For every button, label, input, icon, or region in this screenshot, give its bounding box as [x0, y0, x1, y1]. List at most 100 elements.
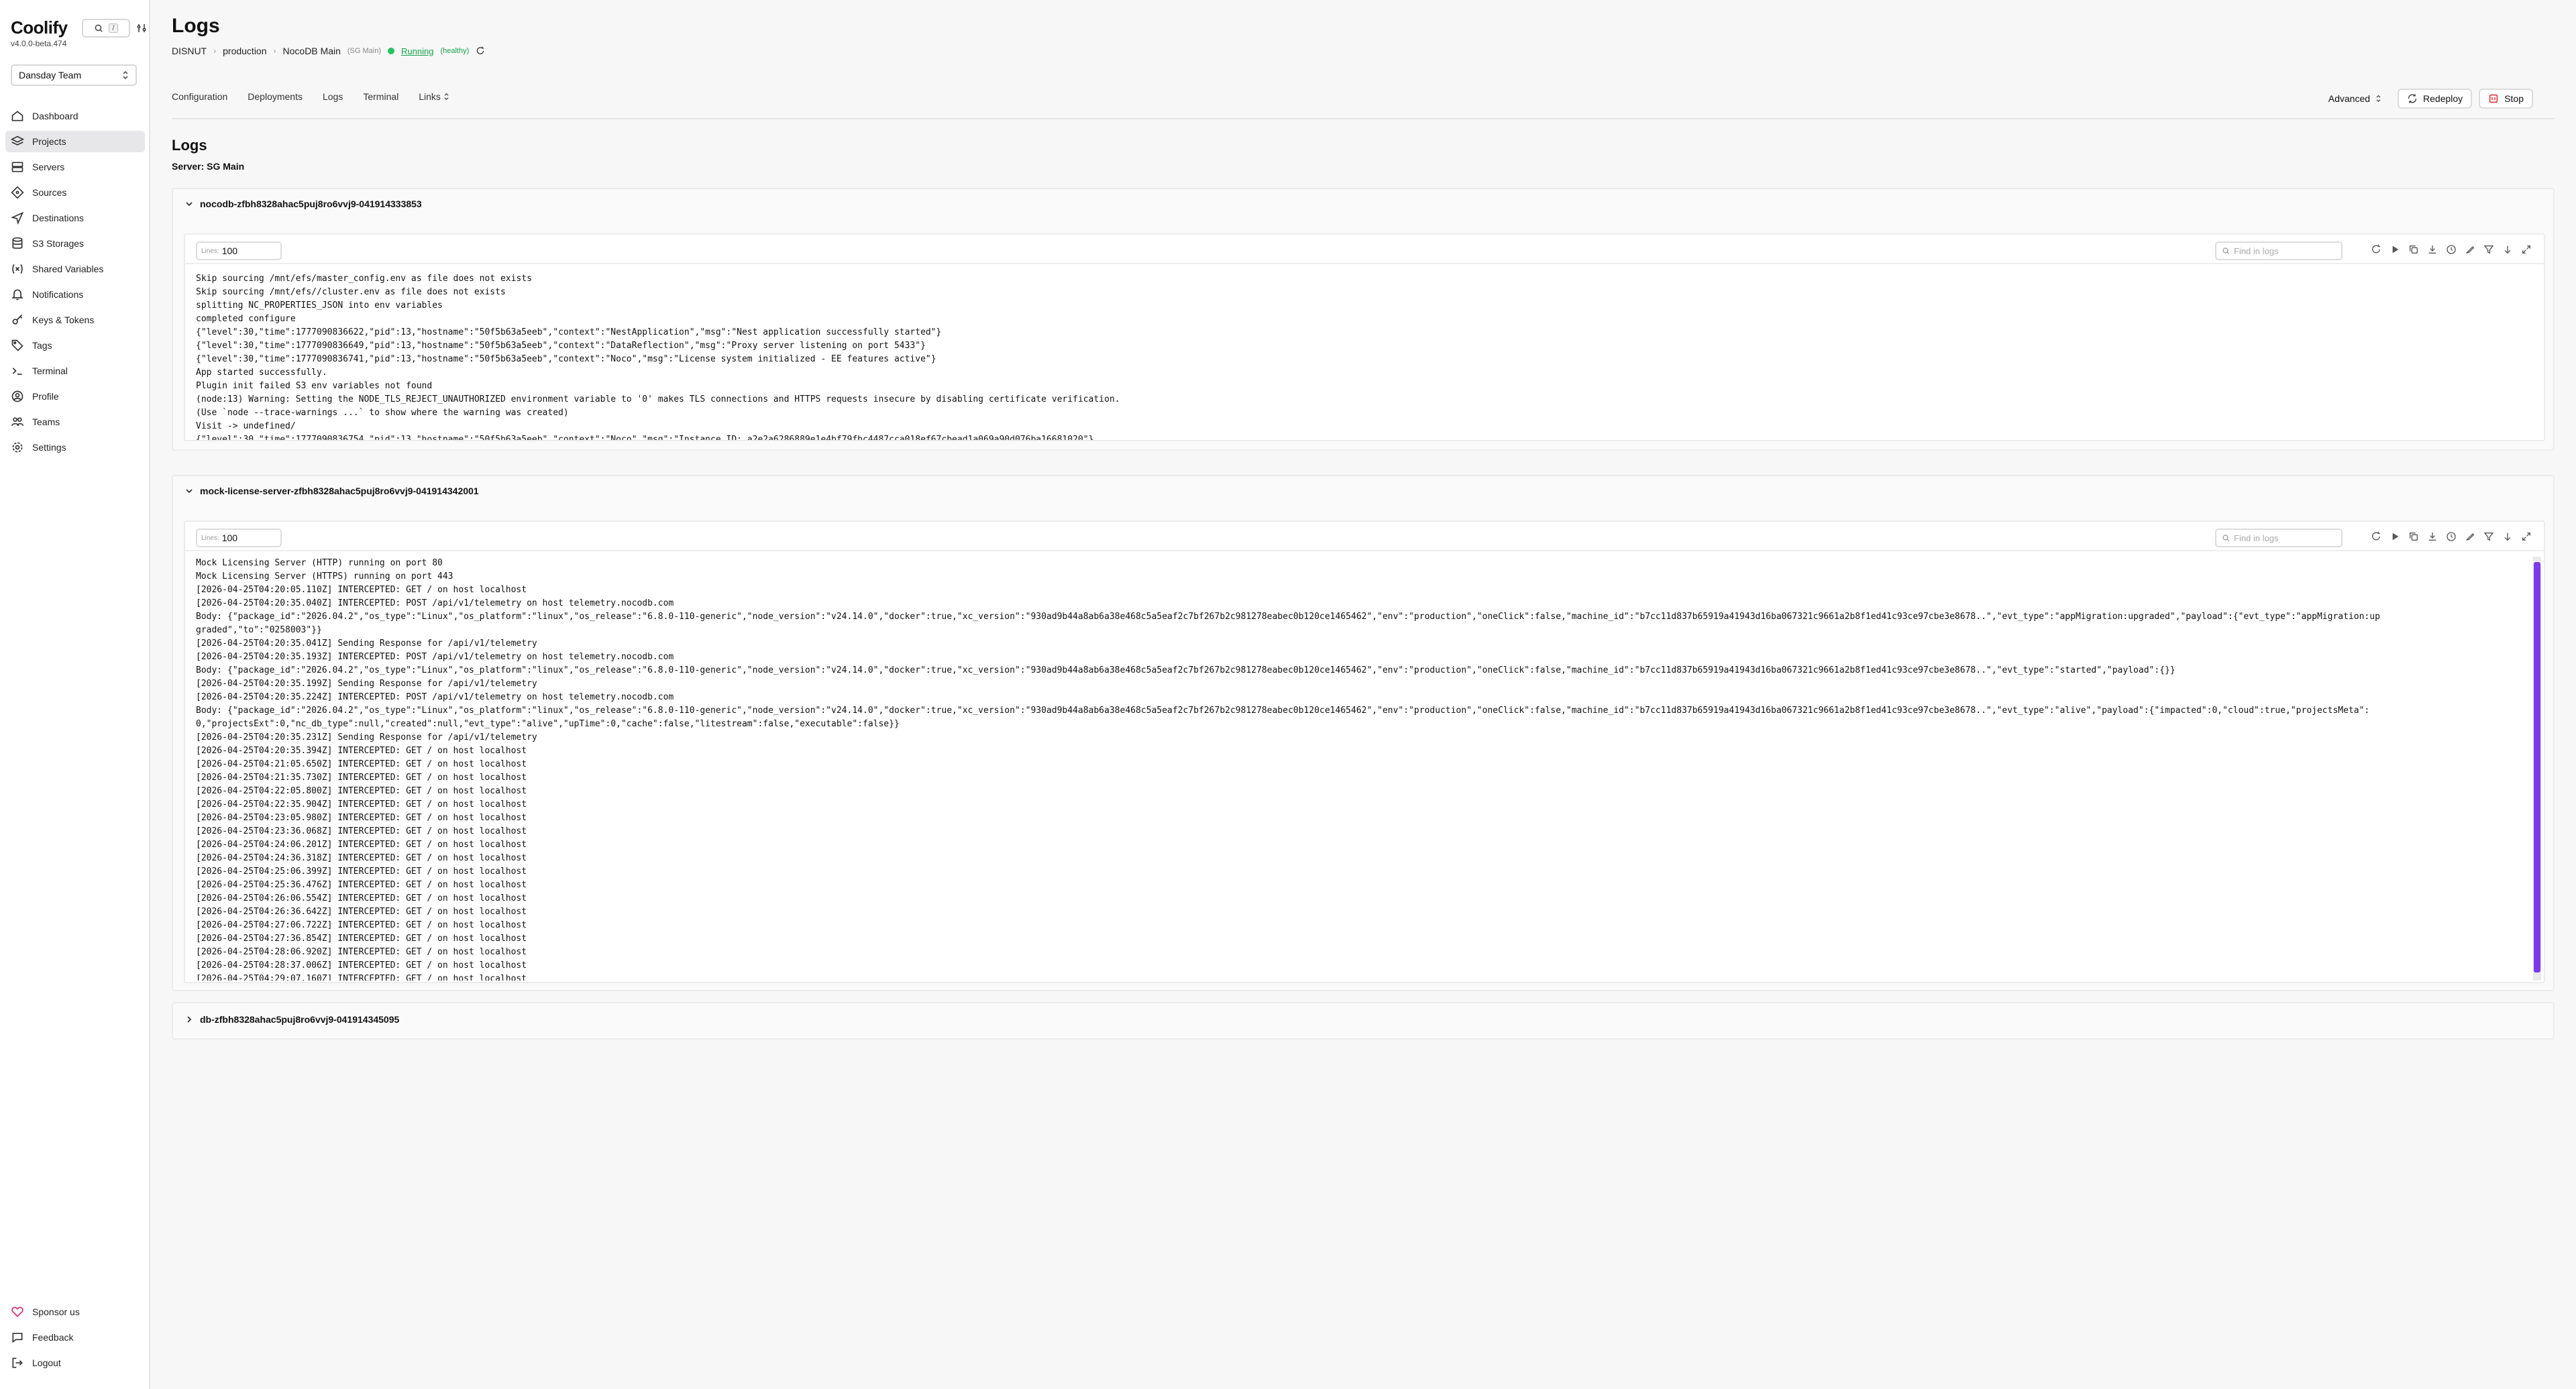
- breadcrumb-environment[interactable]: production: [223, 46, 266, 56]
- find-in-logs-input[interactable]: Find in logs: [2215, 241, 2343, 260]
- highlight-icon[interactable]: [2465, 531, 2475, 542]
- sidebar-item-teams[interactable]: Teams: [5, 411, 145, 433]
- lines-input[interactable]: Lines: 100: [196, 241, 282, 260]
- sliders-icon: [137, 24, 146, 32]
- brand-area: Coolify v4.0.0-beta.474 /: [11, 17, 146, 58]
- status-running[interactable]: Running: [401, 46, 433, 56]
- find-placeholder: Find in logs: [2234, 245, 2279, 256]
- log-scrollbar[interactable]: [2533, 557, 2541, 981]
- stop-button[interactable]: Stop: [2479, 89, 2533, 109]
- main-content: Logs DISNUT › production › NocoDB Main (…: [172, 0, 2555, 1389]
- log-scroll-thumb[interactable]: [2534, 562, 2540, 973]
- arrow-down-icon[interactable]: [2502, 531, 2513, 542]
- sidebar-item-label: Terminal: [32, 366, 68, 376]
- download-icon[interactable]: [2427, 531, 2438, 542]
- highlight-icon[interactable]: [2465, 244, 2475, 255]
- feedback-icon: [12, 1333, 23, 1343]
- fullscreen-icon[interactable]: [2521, 244, 2532, 255]
- team-select-value: Dansday Team: [19, 70, 82, 80]
- redeploy-button[interactable]: Redeploy: [2398, 89, 2473, 109]
- play-icon[interactable]: [2390, 244, 2400, 255]
- sidebar-item-servers[interactable]: Servers: [5, 156, 145, 178]
- filter-icon[interactable]: [2483, 531, 2494, 542]
- copy-icon[interactable]: [2408, 531, 2419, 542]
- sidebar-item-logout[interactable]: Logout: [5, 1352, 145, 1374]
- fullscreen-icon[interactable]: [2521, 531, 2532, 542]
- advanced-label: Advanced: [2328, 93, 2371, 104]
- container-header[interactable]: mock-license-server-zfbh8328ahac5puj8ro6…: [185, 486, 479, 496]
- tab-deployments[interactable]: Deployments: [248, 91, 303, 102]
- find-in-logs-input[interactable]: Find in logs: [2215, 529, 2343, 547]
- sidebar-item-dashboard[interactable]: Dashboard: [5, 105, 145, 127]
- tab-terminal[interactable]: Terminal: [363, 91, 398, 102]
- breadcrumb-project[interactable]: DISNUT: [172, 46, 207, 56]
- status-dot: [388, 48, 395, 54]
- team-select[interactable]: Dansday Team: [11, 64, 137, 86]
- refresh-icon[interactable]: [2371, 531, 2381, 542]
- refresh-icon[interactable]: [476, 46, 485, 56]
- chevron-updown-icon: [444, 93, 449, 101]
- bell-icon: [11, 289, 23, 300]
- redeploy-label: Redeploy: [2423, 93, 2463, 104]
- sidebar-item-projects[interactable]: Projects: [5, 131, 145, 152]
- variable-icon: [12, 264, 23, 274]
- tab-links-label: Links: [419, 91, 441, 102]
- chevron-down-icon: [186, 489, 193, 494]
- log-tools: [2371, 244, 2532, 255]
- container-header[interactable]: db-zfbh8328ahac5puj8ro6vvj9-041914345095: [185, 1014, 399, 1025]
- arrow-down-icon[interactable]: [2502, 244, 2513, 255]
- sidebar-item-notifications[interactable]: Notifications: [5, 284, 145, 305]
- chevron-right-icon: [187, 1016, 192, 1023]
- clock-icon[interactable]: [2446, 244, 2457, 255]
- heart-icon: [11, 1307, 23, 1317]
- sidebar-item-shared-variables[interactable]: Shared Variables: [5, 258, 145, 280]
- sidebar-item-label: Sponsor us: [32, 1307, 80, 1317]
- play-icon[interactable]: [2390, 531, 2400, 542]
- sidebar-item-settings[interactable]: Settings: [5, 437, 145, 458]
- sidebar: Coolify v4.0.0-beta.474 / Dansday Team D…: [0, 0, 150, 1389]
- tab-links[interactable]: Links: [419, 91, 449, 102]
- sidebar-item-label: Feedback: [32, 1332, 74, 1343]
- search-shortcut: /: [109, 23, 118, 33]
- tag-icon: [11, 339, 23, 351]
- container-log-panel: mock-license-server-zfbh8328ahac5puj8ro6…: [172, 475, 2555, 991]
- header-divider: [172, 118, 2555, 119]
- find-placeholder: Find in logs: [2234, 533, 2279, 543]
- git-icon: [11, 186, 24, 199]
- clock-icon[interactable]: [2446, 531, 2457, 542]
- tab-logs[interactable]: Logs: [323, 91, 343, 102]
- sidebar-item-keys-tokens[interactable]: Keys & Tokens: [5, 309, 145, 331]
- sidebar-item-feedback[interactable]: Feedback: [5, 1327, 145, 1348]
- redeploy-icon: [2408, 94, 2417, 103]
- sidebar-item-terminal[interactable]: Terminal: [5, 360, 145, 382]
- resource-actions: Advanced Redeploy Stop: [2319, 89, 2533, 109]
- advanced-dropdown[interactable]: Advanced: [2319, 89, 2391, 108]
- log-output: Skip sourcing /mnt/efs/master_config.env…: [196, 274, 1120, 441]
- search-icon: [2222, 535, 2229, 541]
- breadcrumb: DISNUT › production › NocoDB Main (SG Ma…: [172, 46, 485, 56]
- stop-icon: [2489, 94, 2498, 103]
- tab-configuration[interactable]: Configuration: [172, 91, 227, 102]
- breadcrumb-resource[interactable]: NocoDB Main: [283, 46, 341, 56]
- destination-icon: [11, 211, 24, 225]
- refresh-icon[interactable]: [2371, 244, 2381, 255]
- lines-label: Lines:: [201, 534, 219, 542]
- log-toolbar: Lines: 100 Find in logs: [185, 235, 2544, 264]
- search-icon: [2222, 247, 2229, 254]
- copy-icon[interactable]: [2408, 244, 2419, 255]
- sidebar-item-sources[interactable]: Sources: [5, 182, 145, 203]
- container-header[interactable]: nocodb-zfbh8328ahac5puj8ro6vvj9-04191433…: [185, 199, 422, 209]
- sidebar-item-s3-storages[interactable]: S3 Storages: [5, 233, 145, 254]
- sidebar-item-profile[interactable]: Profile: [5, 386, 145, 407]
- sidebar-item-label: Teams: [32, 416, 60, 427]
- sidebar-item-destinations[interactable]: Destinations: [5, 207, 145, 229]
- download-icon[interactable]: [2427, 244, 2438, 255]
- preferences-button[interactable]: [133, 19, 150, 38]
- sidebar-item-tags[interactable]: Tags: [5, 335, 145, 356]
- filter-icon[interactable]: [2483, 244, 2494, 255]
- search-button[interactable]: /: [82, 19, 130, 38]
- sidebar-item-sponsor[interactable]: Sponsor us: [5, 1301, 145, 1323]
- key-icon: [12, 314, 23, 325]
- lines-input[interactable]: Lines: 100: [196, 529, 282, 547]
- container-name: db-zfbh8328ahac5puj8ro6vvj9-041914345095: [200, 1014, 400, 1025]
